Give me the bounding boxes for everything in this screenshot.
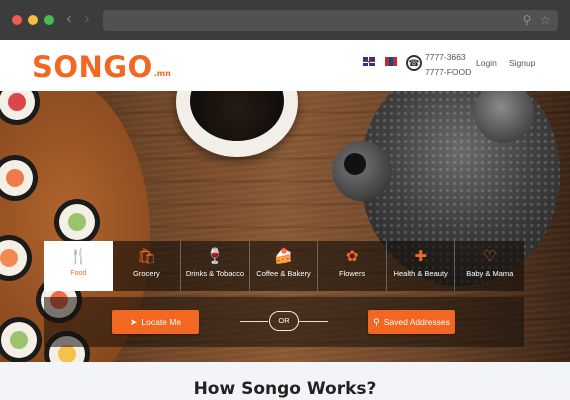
sushi-roll	[0, 317, 42, 362]
category-label: Food	[70, 270, 87, 277]
star-icon[interactable]: ☆	[538, 13, 552, 27]
location-action-strip: ➤ Locate Me OR ⚲ Saved Addresses	[44, 297, 524, 347]
phone-icon: ☎	[406, 55, 422, 71]
category-coffee-bakery[interactable]: 🍰 Coffee & Bakery	[250, 241, 319, 291]
category-drinks-tobacco[interactable]: 🍷 Drinks & Tobacco	[181, 241, 250, 291]
browser-chrome: ‹ › ⚲ ☆	[0, 0, 570, 40]
first-aid-icon: ✚	[414, 248, 427, 265]
logo-text: SONGO	[32, 50, 153, 84]
teapot-spout	[332, 141, 392, 201]
minimize-window-button[interactable]	[28, 15, 38, 25]
category-label: Flowers	[338, 269, 366, 278]
category-flowers[interactable]: ✿ Flowers	[318, 241, 387, 291]
site-header: SONGO .mn ☎ 7777-3663 7777-FOOD Login Si…	[0, 40, 570, 91]
address-bar[interactable]: ⚲ ☆	[103, 10, 558, 31]
saved-addresses-label: Saved Addresses	[383, 317, 450, 327]
category-bar: 🍴 Food 🛍 Grocery 🍷 Drinks & Tobacco 🍰 Coffee & …	[44, 241, 524, 291]
section-title: How Songo Works?	[193, 379, 377, 399]
stroller-icon: ♡	[483, 248, 497, 265]
category-label: Health & Beauty	[393, 269, 448, 278]
map-pin-icon: ⚲	[373, 317, 380, 327]
divider-line	[240, 321, 268, 322]
phone-number-1[interactable]: 7777-3663	[425, 52, 466, 62]
songo-logo[interactable]: SONGO .mn	[32, 50, 171, 82]
category-health-beauty[interactable]: ✚ Health & Beauty	[387, 241, 456, 291]
category-label: Drinks & Tobacco	[185, 269, 245, 278]
search-icon[interactable]: ⚲	[520, 13, 534, 27]
login-link[interactable]: Login	[476, 58, 497, 68]
category-food[interactable]: 🍴 Food	[44, 241, 113, 291]
uk-flag-icon[interactable]	[363, 57, 375, 66]
maximize-window-button[interactable]	[44, 15, 54, 25]
saved-addresses-button[interactable]: ⚲ Saved Addresses	[368, 310, 455, 334]
grocery-bag-icon: 🛍	[136, 248, 156, 265]
chevron-right-icon[interactable]: ›	[80, 11, 94, 27]
category-grocery[interactable]: 🛍 Grocery	[113, 241, 182, 291]
category-baby-mama[interactable]: ♡ Baby & Mama	[455, 241, 524, 291]
divider-line	[298, 321, 328, 322]
sushi-roll	[54, 199, 100, 245]
locate-me-button[interactable]: ➤ Locate Me	[112, 310, 199, 334]
category-label: Baby & Mama	[466, 269, 514, 278]
locate-me-label: Locate Me	[141, 317, 182, 327]
drinks-icon: 🍷	[205, 248, 225, 265]
close-window-button[interactable]	[12, 15, 22, 25]
chevron-left-icon[interactable]: ‹	[62, 11, 76, 27]
flowers-icon: ✿	[345, 248, 359, 265]
phone-number-2[interactable]: 7777-FOOD	[425, 67, 471, 77]
category-label: Coffee & Bakery	[256, 269, 311, 278]
location-arrow-icon: ➤	[129, 317, 138, 327]
how-it-works-section: How Songo Works?	[0, 362, 570, 400]
signup-link[interactable]: Signup	[509, 58, 535, 68]
logo-suffix: .mn	[153, 69, 171, 78]
mongolia-flag-icon[interactable]	[385, 57, 397, 66]
or-separator: OR	[269, 311, 299, 331]
category-label: Grocery	[133, 269, 160, 278]
cake-icon: 🍰	[274, 248, 293, 265]
food-icon: 🍴	[68, 248, 88, 265]
